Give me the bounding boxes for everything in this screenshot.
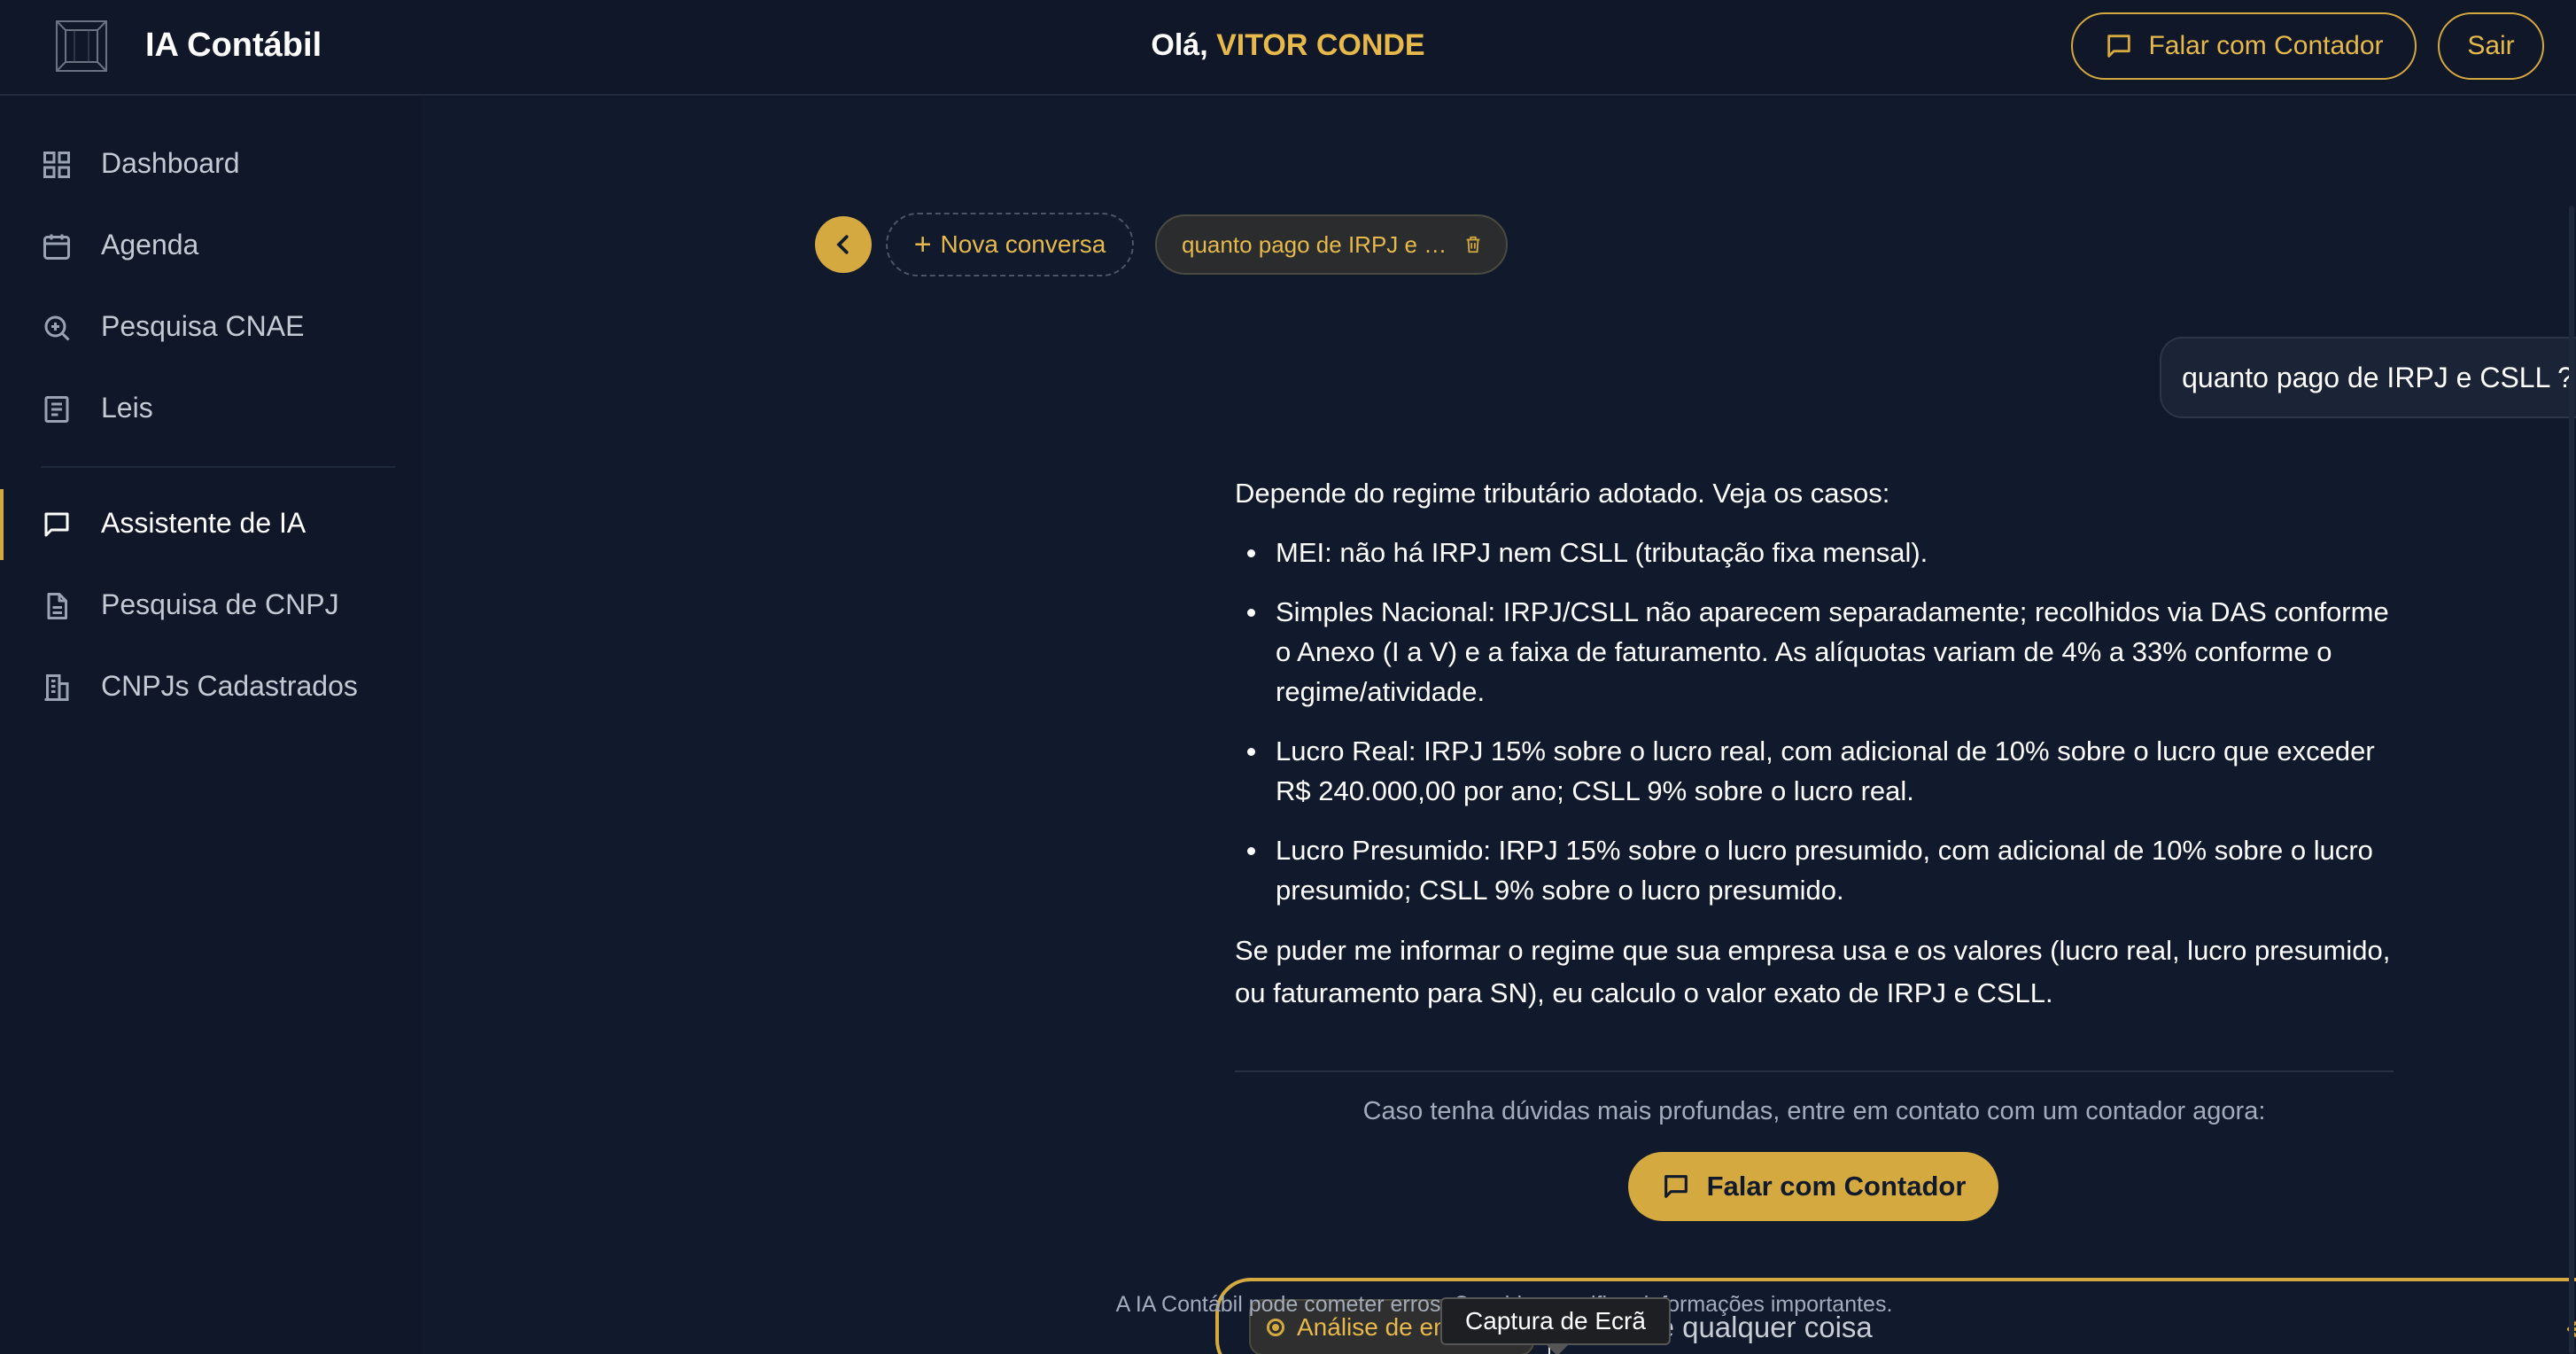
sidebar-item-agenda[interactable]: Agenda — [0, 211, 422, 282]
sidebar-item-label: CNPJs Cadastrados — [101, 670, 358, 702]
search-plus-icon — [44, 315, 70, 341]
grid-icon — [43, 152, 70, 178]
answer-bullet: MEI: não há IRPJ nem CSLL (tributação fi… — [1235, 533, 2401, 572]
plus-icon: + — [913, 228, 932, 261]
sidebar-item-cnpjs-cadastrados[interactable]: CNPJs Cadastrados — [0, 652, 422, 723]
sidebar-item-label: Agenda — [101, 229, 199, 261]
chat-icon — [44, 512, 69, 537]
new-chat-button[interactable]: + Nova conversa — [886, 213, 1134, 276]
chat-icon — [2107, 35, 2131, 58]
conversation-tab[interactable]: quanto pago de IRPJ e CSLL ? — [1155, 214, 1508, 275]
document-icon — [47, 593, 67, 619]
chat-area: + Nova conversa quanto pago de IRPJ e CS… — [422, 97, 2576, 1354]
scrollbar[interactable] — [2569, 206, 2574, 1354]
user-message: quanto pago de IRPJ e CSLL ? — [2160, 337, 2576, 418]
sidebar-item-label: Leis — [101, 392, 153, 424]
top-header: IA Contábil Olá, VITOR CONDE Falar com C… — [0, 0, 2576, 96]
book-icon — [44, 396, 69, 423]
contact-accountant-button[interactable]: Falar com Contador — [1628, 1152, 1998, 1221]
screenshot-tooltip: Captura de Ecrã — [1440, 1297, 1671, 1354]
sidebar-item-leis[interactable]: Leis — [0, 374, 422, 445]
logo-icon[interactable] — [53, 18, 110, 74]
sidebar-item-dashboard[interactable]: Dashboard — [0, 129, 422, 200]
trash-icon[interactable] — [1463, 234, 1483, 255]
logout-button[interactable]: Sair — [2438, 12, 2544, 80]
collapse-sidebar-button[interactable] — [815, 216, 872, 273]
answer-outro: Se puder me informar o regime que sua em… — [1235, 935, 2391, 1008]
sidebar-item-label: Assistente de IA — [101, 507, 306, 539]
greeting-prefix: Olá, — [1151, 28, 1217, 62]
divider — [1235, 1070, 2394, 1072]
contact-prompt-text: Caso tenha dúvidas mais profundas, entre… — [1362, 1097, 2266, 1125]
chat-icon — [1664, 1175, 1688, 1198]
chevron-left-icon — [836, 235, 849, 254]
radio-icon — [1267, 1319, 1284, 1336]
answer-bullet: Simples Nacional: IRPJ/CSLL não aparecem… — [1235, 592, 2401, 712]
sidebar: Dashboard Agenda Pesquisa CNAE Leis Assi… — [0, 97, 422, 1354]
conversation-title: quanto pago de IRPJ e CSLL ? — [1182, 230, 1447, 258]
contact-accountant-label: Falar com Contador — [1706, 1171, 1967, 1202]
logout-label: Sair — [2467, 31, 2515, 60]
answer-bullet: Lucro Presumido: IRPJ 15% sobre o lucro … — [1235, 830, 2401, 910]
sidebar-item-label: Pesquisa de CNPJ — [101, 588, 339, 620]
sidebar-item-pesquisa-cnpj[interactable]: Pesquisa de CNPJ — [0, 571, 422, 642]
header-contact-accountant-label: Falar com Contador — [2148, 31, 2384, 60]
sidebar-item-pesquisa-cnae[interactable]: Pesquisa CNAE — [0, 292, 422, 363]
sidebar-item-assistente-ia[interactable]: Assistente de IA — [0, 489, 422, 560]
app-title: IA Contábil — [145, 27, 322, 64]
building-icon — [44, 674, 69, 701]
sidebar-divider — [41, 466, 395, 468]
user-name: VITOR CONDE — [1216, 28, 1425, 62]
new-chat-label: Nova conversa — [940, 230, 1106, 258]
calendar-icon — [43, 234, 70, 260]
answer-bullet: Lucro Real: IRPJ 15% sobre o lucro real,… — [1235, 731, 2401, 811]
answer-list: MEI: não há IRPJ nem CSLL (tributação fi… — [1235, 533, 2401, 910]
assistant-message: Depende do regime tributário adotado. Ve… — [1235, 473, 2401, 1015]
sidebar-item-label: Pesquisa CNAE — [101, 310, 305, 342]
answer-intro: Depende do regime tributário adotado. Ve… — [1235, 478, 1890, 509]
header-contact-accountant-button[interactable]: Falar com Contador — [2071, 12, 2417, 80]
sidebar-item-label: Dashboard — [101, 147, 240, 179]
